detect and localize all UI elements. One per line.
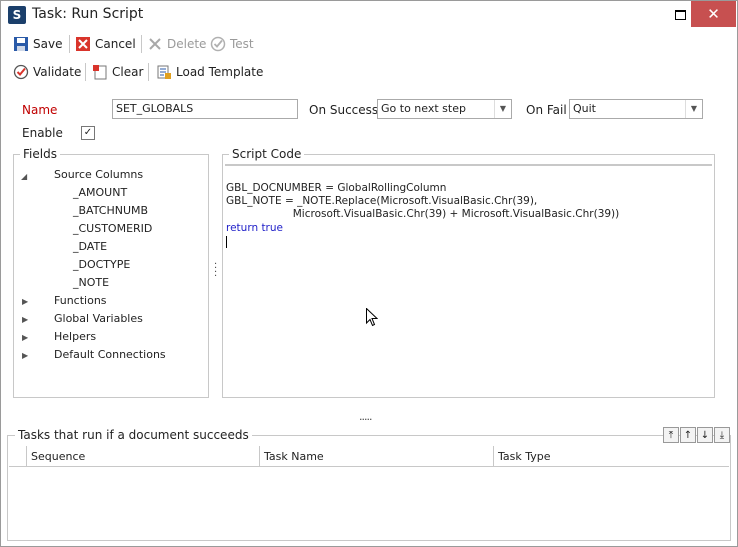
column-separator [26, 446, 27, 466]
title-bar: S Task: Run Script ✕ [1, 1, 737, 29]
tree-item-date[interactable]: _DATE [73, 240, 107, 253]
load-template-label: Load Template [176, 65, 264, 79]
code-line-1: GBL_DOCNUMBER = GlobalRollingColumn [226, 182, 447, 194]
toolbar-separator [141, 35, 142, 53]
check-icon: ✓ [83, 127, 93, 138]
name-input[interactable]: SET_GLOBALS [112, 99, 298, 119]
toolbar-separator [69, 35, 70, 53]
column-header-sequence[interactable]: Sequence [31, 450, 85, 463]
test-icon [210, 36, 226, 52]
on-fail-select[interactable]: Quit ▼ [569, 99, 703, 119]
clear-icon [92, 64, 108, 80]
code-line-2: GBL_NOTE = _NOTE.Replace(Microsoft.Visua… [226, 195, 538, 207]
script-code-title: Script Code [229, 147, 305, 161]
move-up-icon: ↑ [683, 430, 693, 441]
test-button[interactable]: Test [210, 33, 254, 55]
expand-arrow-icon[interactable]: ▶ [22, 297, 28, 306]
cancel-label: Cancel [95, 37, 136, 51]
tree-item-global-variables[interactable]: Global Variables [54, 312, 143, 325]
tree-item-batchnumb[interactable]: _BATCHNUMB [73, 204, 148, 217]
collapse-arrow-icon[interactable]: ◢ [21, 172, 27, 181]
close-button[interactable]: ✕ [691, 1, 736, 27]
save-icon [13, 36, 29, 52]
validate-icon [13, 64, 29, 80]
tree-item-doctype[interactable]: _DOCTYPE [73, 258, 130, 271]
tree-item-amount[interactable]: _AMOUNT [73, 186, 127, 199]
column-header-task-name[interactable]: Task Name [264, 450, 324, 463]
name-label: Name [22, 103, 58, 117]
tree-item-note[interactable]: _NOTE [73, 276, 109, 289]
minimize-icon [674, 10, 686, 20]
minimize-button[interactable] [667, 1, 693, 27]
move-down-icon: ↓ [700, 430, 710, 441]
load-template-button[interactable]: Load Template [156, 61, 263, 83]
clear-button[interactable]: Clear [92, 61, 143, 83]
column-header-task-type[interactable]: Task Type [498, 450, 551, 463]
window-title: Task: Run Script [32, 6, 144, 22]
tree-item-default-connections[interactable]: Default Connections [54, 348, 166, 361]
script-editor[interactable]: GBL_DOCNUMBER = GlobalRollingColumn GBL_… [225, 164, 712, 397]
mouse-pointer-icon [366, 307, 379, 330]
move-bottom-icon: ⤓ [719, 430, 725, 441]
tasks-title: Tasks that run if a document succeeds [15, 428, 252, 442]
move-bottom-button[interactable]: ⤓ [714, 427, 730, 443]
run-script-window: S Task: Run Script ✕ Save Cancel Delete … [0, 0, 738, 547]
toolbar-separator [148, 63, 149, 81]
on-success-value: Go to next step [381, 102, 466, 115]
on-fail-label: On Fail [526, 103, 567, 117]
save-button[interactable]: Save [13, 33, 62, 55]
expand-arrow-icon[interactable]: ▶ [22, 315, 28, 324]
expand-arrow-icon[interactable]: ▶ [22, 333, 28, 342]
code-line-3: Microsoft.VisualBasic.Chr(39) + Microsof… [226, 208, 620, 220]
move-top-icon: ⤒ [668, 430, 674, 441]
validate-label: Validate [33, 65, 82, 79]
tasks-grid-header [9, 446, 729, 467]
move-up-button[interactable]: ↑ [680, 427, 696, 443]
delete-button[interactable]: Delete [147, 33, 206, 55]
delete-icon [147, 36, 163, 52]
save-label: Save [33, 37, 63, 51]
text-cursor [226, 236, 227, 248]
tree-item-customerid[interactable]: _CUSTOMERID [73, 222, 152, 235]
enable-label: Enable [22, 126, 63, 140]
move-top-button[interactable]: ⤒ [663, 427, 679, 443]
move-down-button[interactable]: ↓ [697, 427, 713, 443]
tree-item-source-columns[interactable]: Source Columns [54, 168, 143, 181]
app-icon: S [8, 6, 26, 24]
on-success-label: On Success [309, 103, 379, 117]
tree-item-helpers[interactable]: Helpers [54, 330, 96, 343]
code-line-4: return true [226, 222, 283, 234]
fields-title: Fields [20, 147, 60, 161]
clear-label: Clear [112, 65, 144, 79]
enable-checkbox[interactable]: ✓ [81, 126, 95, 140]
chevron-down-icon: ▼ [494, 100, 511, 118]
test-label: Test [230, 37, 254, 51]
on-fail-value: Quit [573, 102, 596, 115]
vertical-splitter[interactable]: · · · · [214, 260, 217, 282]
horizontal-splitter[interactable]: ..... [359, 410, 373, 423]
expand-arrow-icon[interactable]: ▶ [22, 351, 28, 360]
column-separator [259, 446, 260, 466]
cancel-icon [75, 36, 91, 52]
tree-item-functions[interactable]: Functions [54, 294, 107, 307]
load-template-icon [156, 64, 172, 80]
on-success-select[interactable]: Go to next step ▼ [377, 99, 512, 119]
validate-button[interactable]: Validate [13, 61, 81, 83]
chevron-down-icon: ▼ [685, 100, 702, 118]
column-separator [493, 446, 494, 466]
cancel-button[interactable]: Cancel [75, 33, 136, 55]
toolbar-separator [85, 63, 86, 81]
delete-label: Delete [167, 37, 207, 51]
close-icon: ✕ [707, 5, 720, 23]
